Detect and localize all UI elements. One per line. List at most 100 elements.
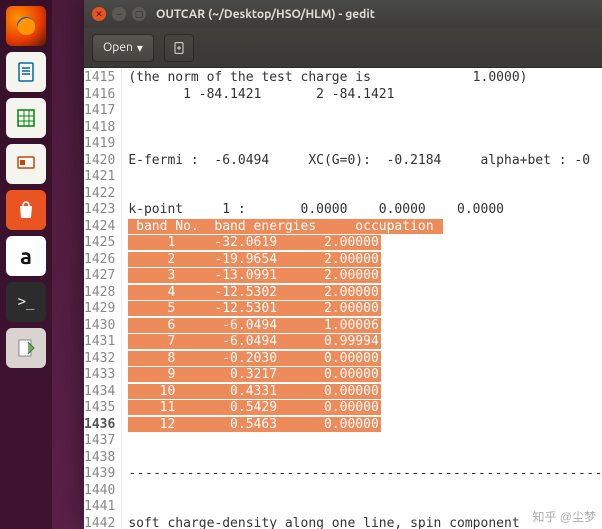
line-number: 1432 (84, 351, 115, 368)
line-number: 1440 (84, 483, 115, 500)
code-line[interactable]: 5 -12.5301 2.00000 (128, 301, 602, 318)
line-number: 1419 (84, 136, 115, 153)
line-number: 1425 (84, 235, 115, 252)
code-line[interactable]: (the norm of the test charge is 1.0000) (128, 70, 602, 87)
code-line[interactable]: soft charge-density along one line, spin… (128, 516, 602, 529)
unity-launcher: a >_ (0, 0, 52, 529)
selection[interactable]: 6 -6.0494 1.00006 (128, 318, 380, 333)
code-line[interactable] (128, 483, 602, 500)
code-line[interactable] (128, 499, 602, 516)
code-line[interactable] (128, 120, 602, 137)
maximize-icon: ▢ (135, 9, 144, 20)
selection[interactable]: 10 0.4331 0.00000 (128, 384, 380, 399)
line-number-gutter: 1415141614171418141914201421142214231424… (84, 68, 122, 529)
open-button-label: Open (103, 41, 133, 54)
amazon-icon: a (20, 244, 32, 269)
line-number: 1416 (84, 87, 115, 104)
document-icon (14, 60, 38, 84)
launcher-terminal[interactable]: >_ (6, 282, 46, 322)
code-line[interactable]: 8 -0.2030 0.00000 (128, 351, 602, 368)
text-editor-icon (14, 336, 38, 360)
open-button[interactable]: Open ▾ (92, 34, 154, 62)
line-number: 1435 (84, 400, 115, 417)
spreadsheet-icon (14, 106, 38, 130)
chevron-down-icon: ▾ (137, 41, 143, 55)
code-line[interactable]: 11 0.5429 0.00000 (128, 400, 602, 417)
code-line[interactable]: 12 0.5463 0.00000 (128, 417, 602, 434)
line-number: 1417 (84, 103, 115, 120)
line-number: 1422 (84, 186, 115, 203)
line-number: 1441 (84, 499, 115, 516)
code-line[interactable]: 6 -6.0494 1.00006 (128, 318, 602, 335)
launcher-calc[interactable] (6, 98, 46, 138)
launcher-writer[interactable] (6, 52, 46, 92)
line-number: 1439 (84, 466, 115, 483)
code-line[interactable]: ----------------------------------------… (128, 466, 602, 483)
line-number: 1415 (84, 70, 115, 87)
selection[interactable]: 1 -32.0619 2.00000 (128, 235, 380, 250)
code-line[interactable]: E-fermi : -6.0494 XC(G=0): -0.2184 alpha… (128, 153, 602, 170)
code-line[interactable]: 2 -19.9654 2.00000 (128, 252, 602, 269)
selection[interactable]: 9 0.3217 0.00000 (128, 367, 380, 382)
code-line[interactable]: 10 0.4331 0.00000 (128, 384, 602, 401)
code-line[interactable]: 3 -13.0991 2.00000 (128, 268, 602, 285)
window-title: OUTCAR (~/Desktop/HSO/HLM) - gedit (156, 8, 375, 21)
window-titlebar[interactable]: ✕ – ▢ OUTCAR (~/Desktop/HSO/HLM) - gedit (84, 0, 602, 28)
launcher-amazon[interactable]: a (6, 236, 46, 276)
code-line[interactable] (128, 103, 602, 120)
code-line[interactable]: band No. band energies occupation (128, 219, 602, 236)
close-button[interactable]: ✕ (92, 7, 106, 21)
editor-area[interactable]: 1415141614171418141914201421142214231424… (84, 68, 602, 529)
code-line[interactable] (128, 136, 602, 153)
new-document-icon (171, 40, 187, 56)
code-line[interactable] (128, 433, 602, 450)
line-number: 1433 (84, 367, 115, 384)
gedit-toolbar: Open ▾ (84, 28, 602, 68)
code-line[interactable]: 7 -6.0494 0.99994 (128, 334, 602, 351)
launcher-text-editor[interactable] (6, 328, 46, 368)
code-line[interactable]: 4 -12.5302 2.00000 (128, 285, 602, 302)
launcher-firefox[interactable] (6, 6, 46, 46)
line-number: 1428 (84, 285, 115, 302)
line-number: 1436 (84, 417, 115, 434)
code-line[interactable] (128, 186, 602, 203)
line-number: 1423 (84, 202, 115, 219)
terminal-icon: >_ (18, 294, 35, 310)
launcher-impress[interactable] (6, 144, 46, 184)
selection[interactable]: 7 -6.0494 0.99994 (128, 334, 380, 349)
shopping-bag-icon (14, 198, 38, 222)
line-number: 1438 (84, 450, 115, 467)
selection[interactable]: 12 0.5463 0.00000 (128, 417, 380, 432)
watermark: 知乎 @尘梦 (532, 508, 596, 525)
selection[interactable]: 3 -13.0991 2.00000 (128, 268, 380, 283)
line-number: 1420 (84, 153, 115, 170)
selection[interactable]: 8 -0.2030 0.00000 (128, 351, 380, 366)
line-number: 1424 (84, 219, 115, 236)
gedit-window: ✕ – ▢ OUTCAR (~/Desktop/HSO/HLM) - gedit… (84, 0, 602, 529)
selection[interactable]: band No. band energies occupation (128, 219, 443, 234)
code-line[interactable] (128, 169, 602, 186)
line-number: 1418 (84, 120, 115, 137)
text-content[interactable]: (the norm of the test charge is 1.0000) … (122, 68, 602, 529)
code-line[interactable]: 9 0.3217 0.00000 (128, 367, 602, 384)
selection[interactable]: 11 0.5429 0.00000 (128, 400, 380, 415)
selection[interactable]: 4 -12.5302 2.00000 (128, 285, 380, 300)
new-tab-button[interactable] (164, 34, 194, 62)
code-line[interactable]: 1 -32.0619 2.00000 (128, 235, 602, 252)
maximize-button[interactable]: ▢ (132, 7, 146, 21)
selection[interactable]: 5 -12.5301 2.00000 (128, 301, 380, 316)
presentation-icon (14, 152, 38, 176)
code-line[interactable] (128, 450, 602, 467)
minimize-button[interactable]: – (112, 7, 126, 21)
minimize-icon: – (117, 9, 121, 19)
line-number: 1431 (84, 334, 115, 351)
code-line[interactable]: 1 -84.1421 2 -84.1421 (128, 87, 602, 104)
line-number: 1434 (84, 384, 115, 401)
line-number: 1429 (84, 301, 115, 318)
launcher-software-center[interactable] (6, 190, 46, 230)
selection[interactable]: 2 -19.9654 2.00000 (128, 252, 380, 267)
window-controls: ✕ – ▢ (92, 7, 146, 21)
code-line[interactable]: k-point 1 : 0.0000 0.0000 0.0000 (128, 202, 602, 219)
line-number: 1442 (84, 516, 115, 529)
line-number: 1430 (84, 318, 115, 335)
